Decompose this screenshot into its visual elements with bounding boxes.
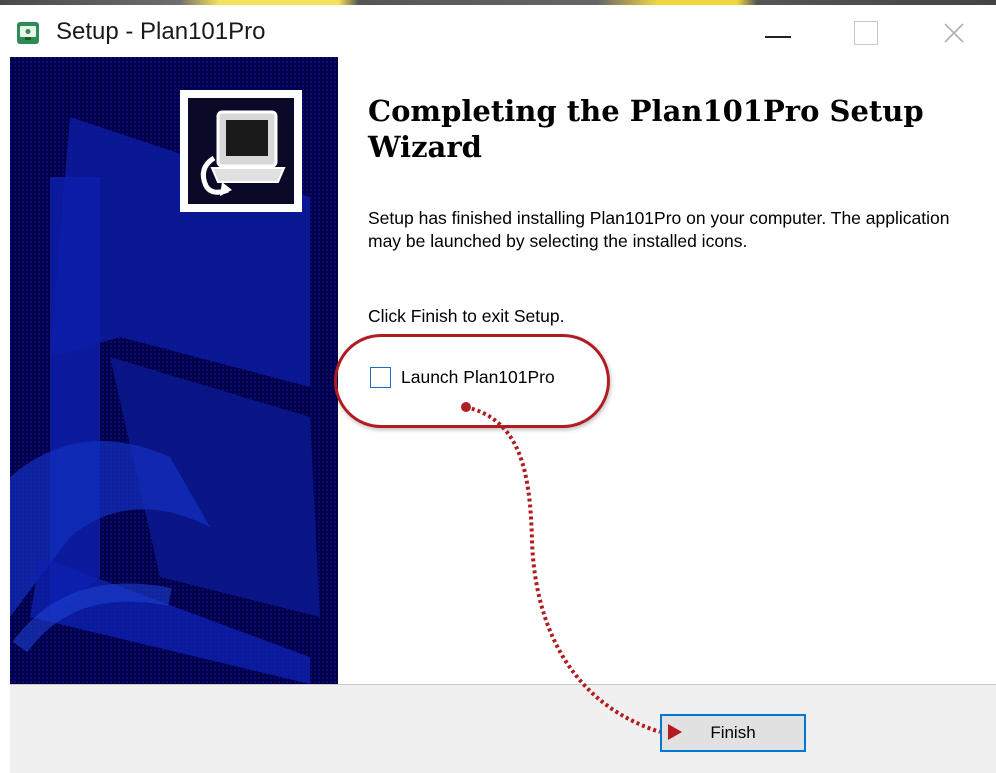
maximize-icon [854,21,878,45]
finish-message: Setup has finished installing Plan101Pro… [368,208,950,251]
launch-option[interactable]: Launch Plan101Pro [370,365,555,389]
maximize-button[interactable] [834,11,898,55]
exit-instruction: Click Finish to exit Setup. [368,306,565,326]
launch-checkbox-label[interactable]: Launch Plan101Pro [401,367,555,388]
close-icon [944,23,964,43]
wizard-logo [180,90,302,212]
close-button[interactable] [922,11,986,55]
wizard-footer [10,684,996,773]
minimize-icon [765,36,791,38]
title-bar: Setup - Plan101Pro [0,5,996,57]
page-heading: Completing the Plan101Pro Setup Wizard [368,94,924,164]
window-title: Setup - Plan101Pro [56,18,266,45]
wizard-content: Completing the Plan101Pro Setup Wizard S… [338,57,996,684]
setup-app-icon [17,22,39,44]
finish-button[interactable]: Finish [660,714,806,752]
launch-checkbox[interactable] [370,366,391,388]
computer-install-icon [200,110,286,196]
minimize-button[interactable] [746,11,810,55]
